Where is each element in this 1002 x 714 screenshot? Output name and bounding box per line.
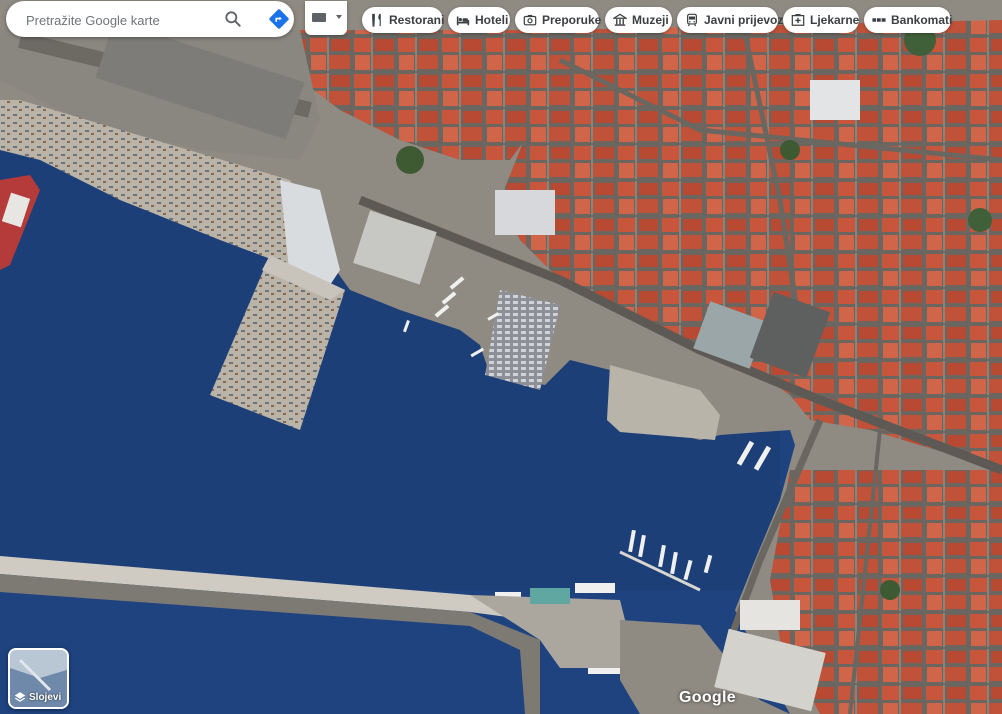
atm-icon [872, 18, 886, 22]
hotel-icon [456, 16, 470, 26]
chip-label: Muzeji [632, 13, 669, 27]
chip-recommendations[interactable]: Preporuke [515, 7, 602, 33]
layers-button[interactable]: Slojevi [8, 648, 69, 709]
chip-label: Restorani [389, 13, 445, 27]
input-tools-button[interactable] [305, 1, 347, 35]
satellite-map[interactable] [0, 0, 1002, 714]
search-box [6, 1, 294, 39]
chip-label: Ljekarne [810, 13, 860, 27]
chip-label: Preporuke [542, 13, 602, 27]
restaurant-icon [372, 13, 381, 27]
chip-restaurants[interactable]: Restorani [362, 7, 445, 33]
chip-transit[interactable]: Javni prijevoz [677, 7, 783, 33]
camera-icon [523, 14, 537, 26]
layers-label: Slojevi [29, 691, 62, 703]
chevron-down-icon [336, 15, 342, 19]
keyboard-icon [312, 13, 326, 22]
chip-hotels[interactable]: Hoteli [448, 7, 510, 33]
museum-icon [613, 13, 627, 26]
layers-icon [14, 692, 26, 702]
layers-row: Slojevi [14, 691, 61, 703]
pharmacy-icon [791, 14, 805, 26]
chip-label: Javni prijevoz [704, 13, 784, 27]
chip-label: Bankomati [891, 13, 953, 27]
chip-atms[interactable]: Bankomati [864, 7, 953, 33]
chip-label: Hoteli [475, 13, 509, 27]
search-input[interactable] [24, 1, 218, 39]
chip-museums[interactable]: Muzeji [605, 7, 672, 33]
google-logo: Google [679, 689, 736, 706]
chip-pharmacies[interactable]: Ljekarne [783, 7, 859, 33]
transit-icon [687, 13, 697, 27]
search-icon[interactable] [223, 9, 243, 29]
directions-icon[interactable] [268, 8, 290, 30]
